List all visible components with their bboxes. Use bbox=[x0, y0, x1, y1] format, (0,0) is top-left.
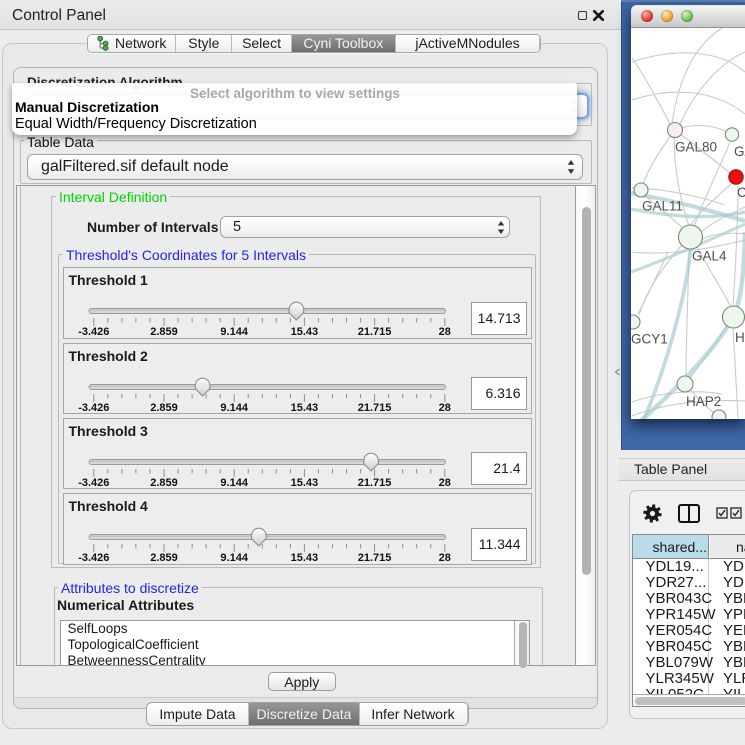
svg-text:2.859: 2.859 bbox=[150, 552, 178, 563]
svg-text:21.715: 21.715 bbox=[357, 477, 391, 488]
svg-text:21.715: 21.715 bbox=[357, 402, 391, 413]
svg-text:28: 28 bbox=[438, 402, 450, 413]
svg-text:9.144: 9.144 bbox=[220, 402, 248, 413]
svg-text:15.43: 15.43 bbox=[290, 402, 318, 413]
svg-text:-3.426: -3.426 bbox=[78, 402, 109, 413]
svg-text:28: 28 bbox=[438, 326, 450, 337]
svg-text:2.859: 2.859 bbox=[150, 477, 178, 488]
svg-text:HAP2: HAP2 bbox=[686, 394, 721, 409]
svg-text:GAL4: GAL4 bbox=[692, 248, 727, 263]
svg-text:2.859: 2.859 bbox=[150, 326, 178, 337]
svg-text:-3.426: -3.426 bbox=[78, 326, 109, 337]
svg-text:28: 28 bbox=[438, 477, 450, 488]
svg-text:9.144: 9.144 bbox=[220, 326, 248, 337]
svg-text:HI: HI bbox=[735, 330, 745, 345]
svg-text:21.715: 21.715 bbox=[357, 552, 391, 563]
svg-text:28: 28 bbox=[438, 552, 450, 563]
svg-text:21.715: 21.715 bbox=[357, 326, 391, 337]
svg-text:15.43: 15.43 bbox=[290, 326, 318, 337]
svg-text:9.144: 9.144 bbox=[220, 552, 248, 563]
svg-text:15.43: 15.43 bbox=[290, 477, 318, 488]
svg-text:-3.426: -3.426 bbox=[78, 477, 109, 488]
svg-text:9.144: 9.144 bbox=[220, 477, 248, 488]
svg-text:GAL11: GAL11 bbox=[642, 198, 683, 213]
svg-text:15.43: 15.43 bbox=[290, 552, 318, 563]
svg-text:2.859: 2.859 bbox=[150, 402, 178, 413]
svg-text:-3.426: -3.426 bbox=[78, 552, 109, 563]
svg-text:GA: GA bbox=[734, 144, 745, 159]
svg-text:CY: CY bbox=[737, 185, 745, 200]
svg-text:GCY1: GCY1 bbox=[631, 331, 668, 346]
svg-text:GAL80: GAL80 bbox=[675, 139, 717, 154]
